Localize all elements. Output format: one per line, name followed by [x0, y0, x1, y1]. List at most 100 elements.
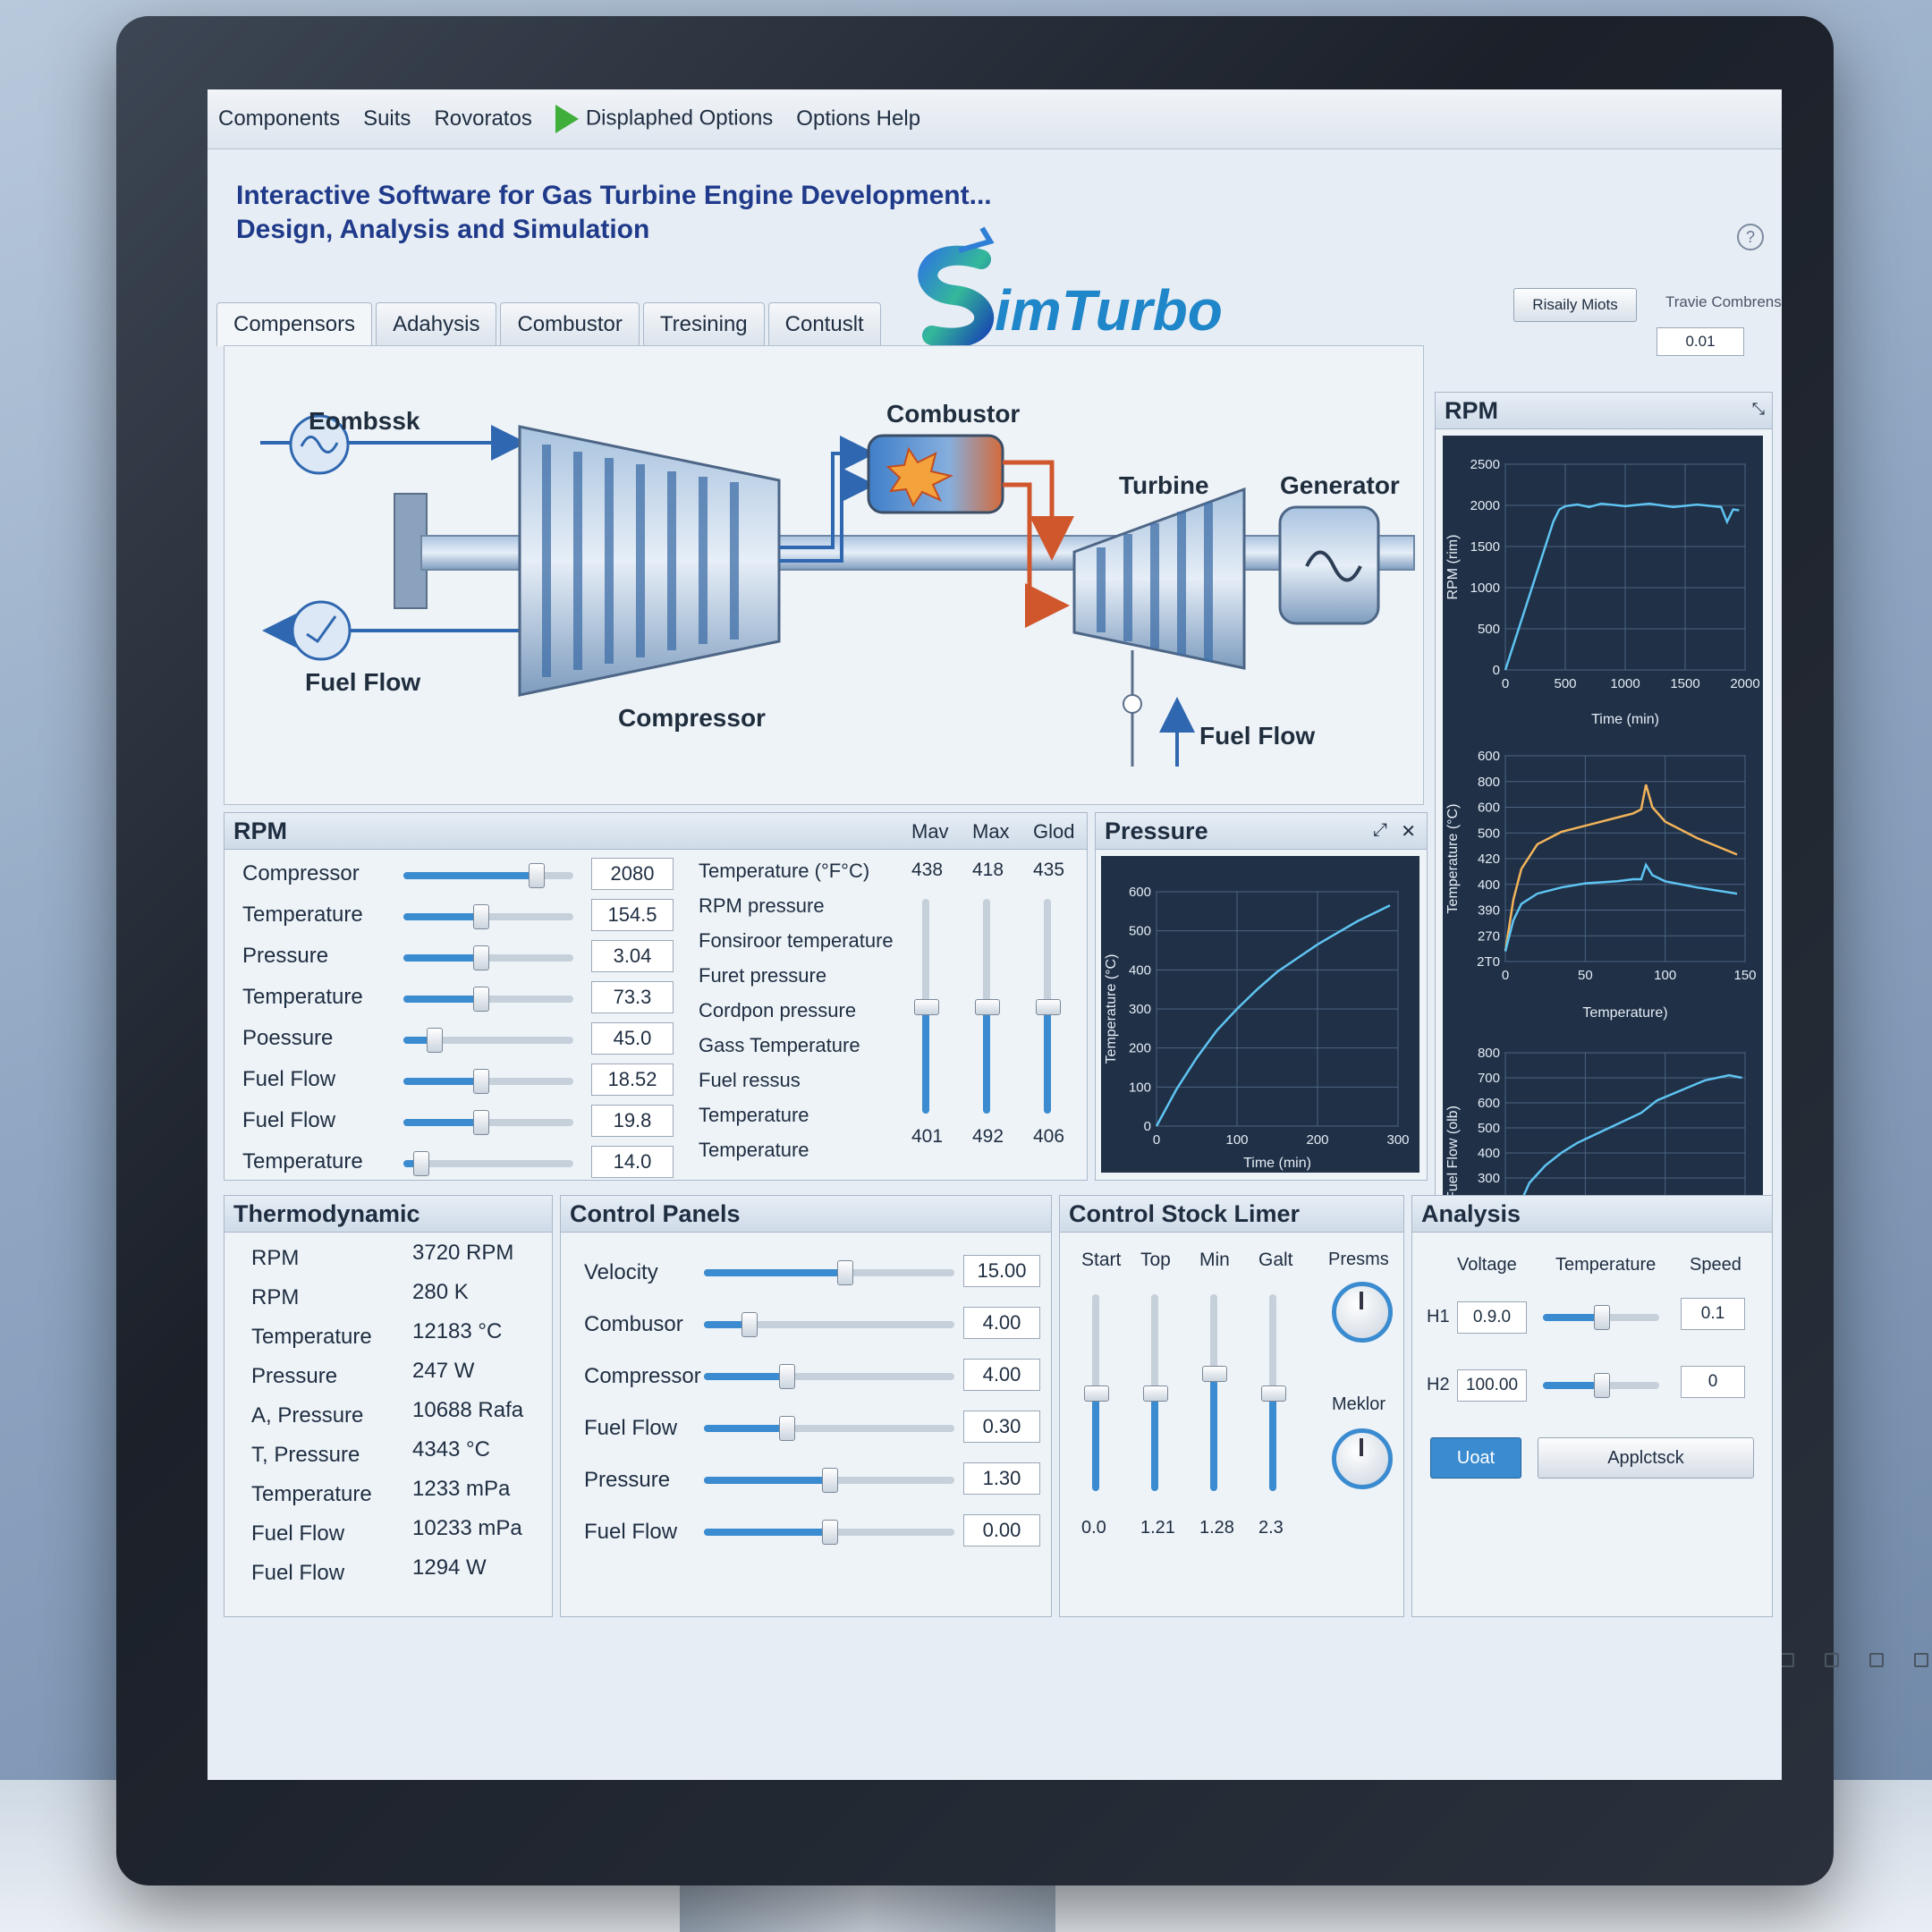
stock-col-slider[interactable]: [1084, 1294, 1109, 1491]
rpm-row-value[interactable]: 2080: [591, 858, 674, 890]
slider-thumb[interactable]: [1143, 1385, 1168, 1402]
expand-icon[interactable]: ⤡: [1752, 400, 1765, 419]
rpm-row-slider[interactable]: [403, 1069, 573, 1094]
slider-thumb[interactable]: [822, 1468, 838, 1493]
slider-thumb[interactable]: [413, 1151, 429, 1176]
top-button[interactable]: Risaily Miots: [1513, 288, 1637, 322]
subtitle-line-1: Interactive Software for Gas Turbine Eng…: [236, 181, 992, 210]
rpm-row-value[interactable]: 73.3: [591, 981, 674, 1013]
close-icon[interactable]: ✕: [1401, 820, 1416, 843]
stock-col-slider[interactable]: [1202, 1294, 1227, 1491]
slider-thumb[interactable]: [529, 863, 546, 888]
tab-combustor[interactable]: Combustor: [500, 302, 640, 346]
menu-rovoratos[interactable]: Rovoratos: [434, 106, 531, 131]
y-tick-label: 420: [1478, 852, 1500, 867]
control-row-value[interactable]: 4.00: [963, 1307, 1040, 1339]
rpm-row-slider[interactable]: [403, 1151, 573, 1176]
rpm-row-value[interactable]: 45.0: [591, 1022, 674, 1055]
y-tick-label: 500: [1478, 826, 1500, 841]
tab-contuslt[interactable]: Contuslt: [767, 302, 881, 346]
slider-thumb[interactable]: [472, 945, 489, 970]
meklor-knob[interactable]: [1332, 1428, 1393, 1489]
rpm-row-slider[interactable]: [403, 1110, 573, 1135]
tab-tresining[interactable]: Tresining: [642, 302, 765, 346]
slider-thumb[interactable]: [779, 1364, 796, 1389]
rpm-col-slider[interactable]: [914, 899, 939, 1114]
slider-thumb[interactable]: [427, 1028, 444, 1053]
rpm-row-slider[interactable]: [403, 945, 573, 970]
analysis-voltage-input[interactable]: 0.9.0: [1457, 1301, 1527, 1334]
rpm-row-value[interactable]: 3.04: [591, 940, 674, 972]
control-row-value[interactable]: 0.30: [963, 1411, 1040, 1443]
menu-components[interactable]: Components: [218, 106, 340, 131]
stock-col-label: Top: [1140, 1250, 1171, 1270]
slider-thumb[interactable]: [472, 1110, 489, 1135]
slider-thumb[interactable]: [1084, 1385, 1109, 1402]
rpm-row-slider[interactable]: [403, 1028, 573, 1053]
pressure-knob[interactable]: [1332, 1282, 1393, 1343]
rpm-row-slider[interactable]: [403, 904, 573, 929]
analysis-temperature-slider[interactable]: [1543, 1373, 1659, 1398]
slider-thumb[interactable]: [836, 1260, 853, 1285]
thermo-row-value: 1294 W: [412, 1555, 487, 1580]
rpm-row-value[interactable]: 19.8: [591, 1105, 674, 1137]
rpm-col-slider[interactable]: [975, 899, 1000, 1114]
top-input[interactable]: 0.01: [1657, 327, 1744, 356]
stock-col-value: 0.0: [1081, 1518, 1106, 1538]
rpm-row-value[interactable]: 154.5: [591, 899, 674, 931]
control-row-value[interactable]: 4.00: [963, 1359, 1040, 1391]
rpm-row-slider[interactable]: [403, 987, 573, 1012]
slider-thumb[interactable]: [472, 1069, 489, 1094]
thermo-row-value: 10688 Rafa: [412, 1398, 524, 1422]
knob2-label: Meklor: [1332, 1394, 1386, 1414]
tab-adahysis[interactable]: Adahysis: [376, 302, 497, 346]
thermo-row-value: 12183 °C: [412, 1319, 503, 1343]
control-row-value[interactable]: 0.00: [963, 1514, 1040, 1546]
menu-suits[interactable]: Suits: [363, 106, 411, 131]
slider-thumb[interactable]: [975, 999, 1000, 1015]
control-row-slider[interactable]: [704, 1468, 954, 1493]
rpm-row-slider[interactable]: [403, 863, 573, 888]
control-row-slider[interactable]: [704, 1312, 954, 1337]
slider-thumb[interactable]: [741, 1312, 758, 1337]
control-row-slider[interactable]: [704, 1416, 954, 1441]
slider-thumb[interactable]: [472, 987, 489, 1012]
expand-icon[interactable]: ⤢: [1373, 820, 1387, 841]
analysis-title: Analysis: [1412, 1196, 1772, 1233]
slider-thumb[interactable]: [1261, 1385, 1286, 1402]
rpm-row-value[interactable]: 14.0: [591, 1146, 674, 1178]
slider-thumb[interactable]: [472, 904, 489, 929]
tab-bar: Compensors Adahysis Combustor Tresining …: [216, 302, 885, 346]
series-line: [1504, 861, 1738, 952]
slider-thumb[interactable]: [822, 1520, 838, 1545]
control-row-value[interactable]: 15.00: [963, 1255, 1040, 1287]
analysis-speed-input[interactable]: 0.1: [1681, 1298, 1745, 1330]
stock-col-slider[interactable]: [1261, 1294, 1286, 1491]
slider-thumb[interactable]: [1036, 999, 1061, 1015]
analysis-speed-input[interactable]: 0: [1681, 1366, 1745, 1398]
slider-thumb[interactable]: [1594, 1373, 1610, 1398]
primary-button[interactable]: Uoat: [1430, 1437, 1521, 1479]
rpm-param-label: Fuel ressus: [699, 1069, 801, 1091]
slider-thumb[interactable]: [1202, 1366, 1227, 1382]
analysis-row-label: H1: [1427, 1307, 1450, 1326]
help-icon[interactable]: ?: [1737, 224, 1764, 250]
analysis-temperature-slider[interactable]: [1543, 1305, 1659, 1330]
slider-thumb[interactable]: [914, 999, 939, 1015]
analysis-voltage-input[interactable]: 100.00: [1457, 1369, 1527, 1402]
tab-compensors[interactable]: Compensors: [216, 302, 373, 346]
slider-thumb[interactable]: [779, 1416, 796, 1441]
control-row-slider[interactable]: [704, 1260, 954, 1285]
stock-col-slider[interactable]: [1143, 1294, 1168, 1491]
slider-thumb[interactable]: [1594, 1305, 1610, 1330]
slider-fill: [1269, 1393, 1276, 1491]
menu-displaphed-options[interactable]: Displaphed Options: [555, 105, 773, 133]
apply-button[interactable]: Applctsck: [1538, 1437, 1754, 1479]
rpm-row-value[interactable]: 18.52: [591, 1063, 674, 1096]
control-row-value[interactable]: 1.30: [963, 1462, 1040, 1495]
control-row-slider[interactable]: [704, 1364, 954, 1389]
rpm-row-label: Temperature: [242, 985, 363, 1009]
menu-options-help[interactable]: Options Help: [796, 106, 920, 131]
control-row-slider[interactable]: [704, 1520, 954, 1545]
rpm-col-slider[interactable]: [1036, 899, 1061, 1114]
